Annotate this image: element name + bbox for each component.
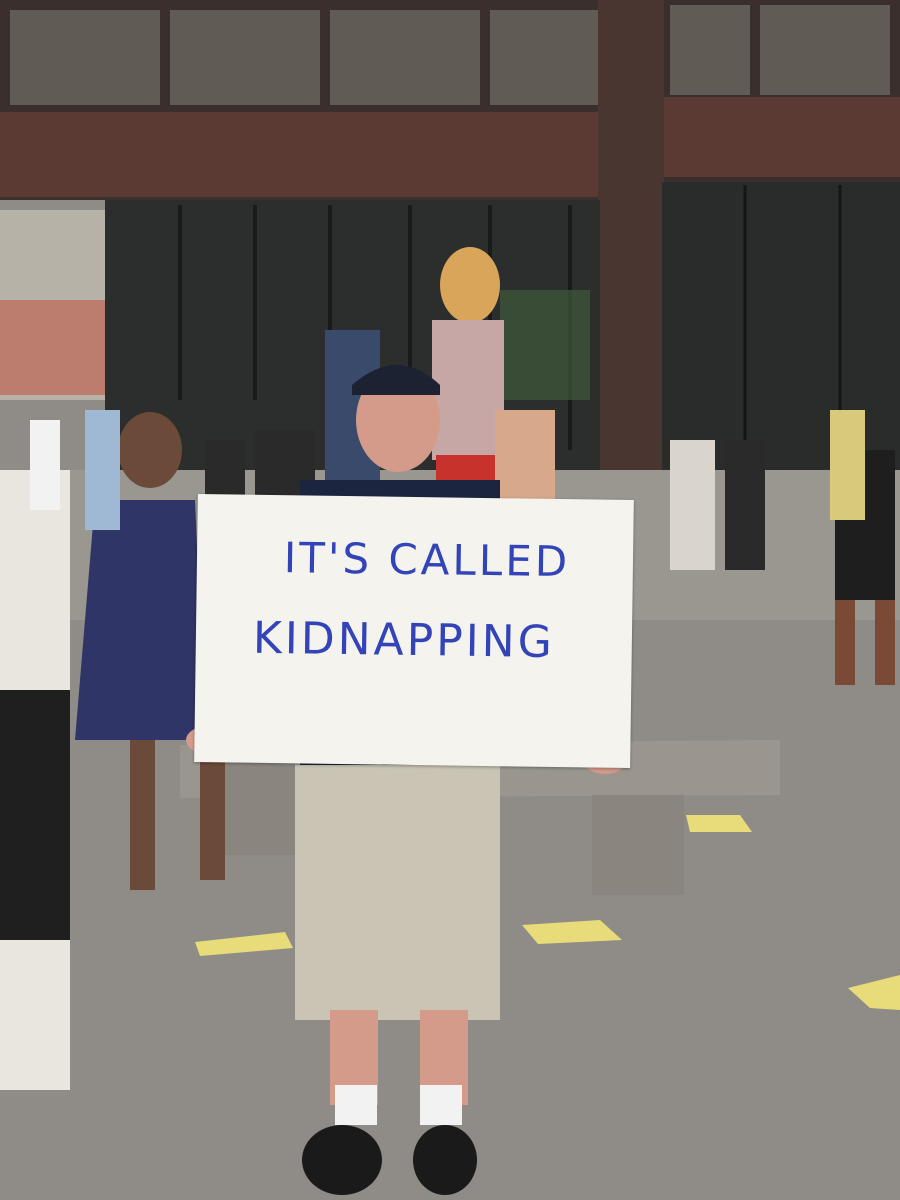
building-column <box>598 0 664 478</box>
photo-scene: IT'S CALLED KIDNAPPING <box>0 0 900 1200</box>
right-shoe <box>413 1125 477 1195</box>
left-shoe <box>302 1125 382 1195</box>
sign-line-1: IT'S CALLED <box>283 533 571 587</box>
trees-reflection <box>500 290 590 400</box>
person-striped-head <box>440 247 500 323</box>
building-band-right <box>662 97 900 177</box>
person-striped-shirt <box>432 320 504 460</box>
cargo-shorts <box>295 765 500 1020</box>
protest-sign: IT'S CALLED KIDNAPPING <box>194 493 634 769</box>
sign-line-2: KIDNAPPING <box>252 612 556 668</box>
person-dress-head <box>118 412 182 488</box>
tote-bag <box>0 690 70 940</box>
building-band <box>0 112 600 197</box>
